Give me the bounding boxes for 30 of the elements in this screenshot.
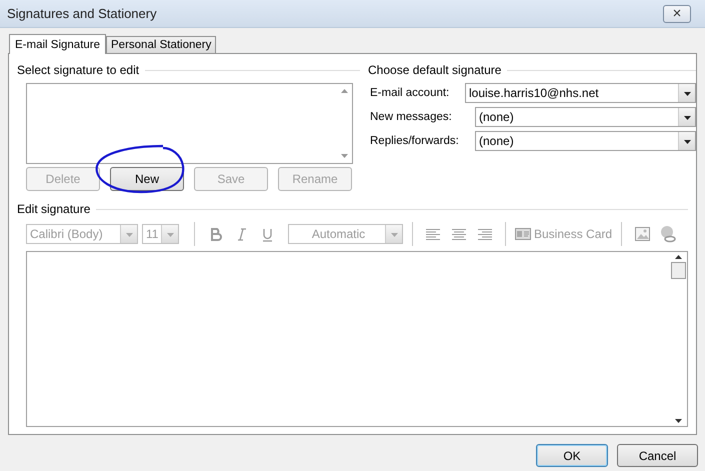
dropdown[interactable]: (none) — [475, 107, 696, 127]
scroll-thumb[interactable] — [671, 262, 686, 279]
dropdown[interactable]: louise.harris10@nhs.net — [465, 83, 696, 103]
action-button[interactable]: New — [110, 167, 184, 191]
close-button[interactable]: × — [663, 4, 691, 22]
signature-list[interactable] — [26, 83, 353, 164]
group-heading: Edit signature — [17, 202, 90, 216]
window-title: Signatures and Stationery — [7, 6, 157, 21]
picture-icon — [634, 227, 650, 241]
field-label: E-mail account: — [369, 87, 450, 99]
scroll-up-icon — [340, 88, 349, 94]
underline-icon — [260, 226, 274, 242]
tab[interactable]: E-mail Signature — [9, 34, 106, 54]
globe-link-icon — [659, 225, 678, 243]
group-heading: Select signature to edit — [17, 63, 140, 77]
dialog-button[interactable]: Cancel — [617, 444, 698, 467]
field-label: New messages: — [369, 111, 453, 123]
align-icon — [452, 228, 466, 240]
scroll-down-icon — [674, 418, 683, 424]
field-label: Replies/forwards: — [369, 135, 460, 147]
bold-icon — [208, 226, 222, 242]
align-icon — [478, 228, 492, 240]
scroll-up-icon — [674, 254, 683, 260]
align-icon — [426, 228, 440, 240]
card-icon — [515, 228, 531, 240]
scroll-down-icon — [340, 153, 349, 159]
group-heading: Choose default signature — [368, 63, 502, 77]
dropdown[interactable]: (none) — [475, 131, 696, 151]
tab[interactable]: Personal Stationery — [106, 36, 216, 53]
dialog-button[interactable]: OK — [536, 444, 608, 467]
